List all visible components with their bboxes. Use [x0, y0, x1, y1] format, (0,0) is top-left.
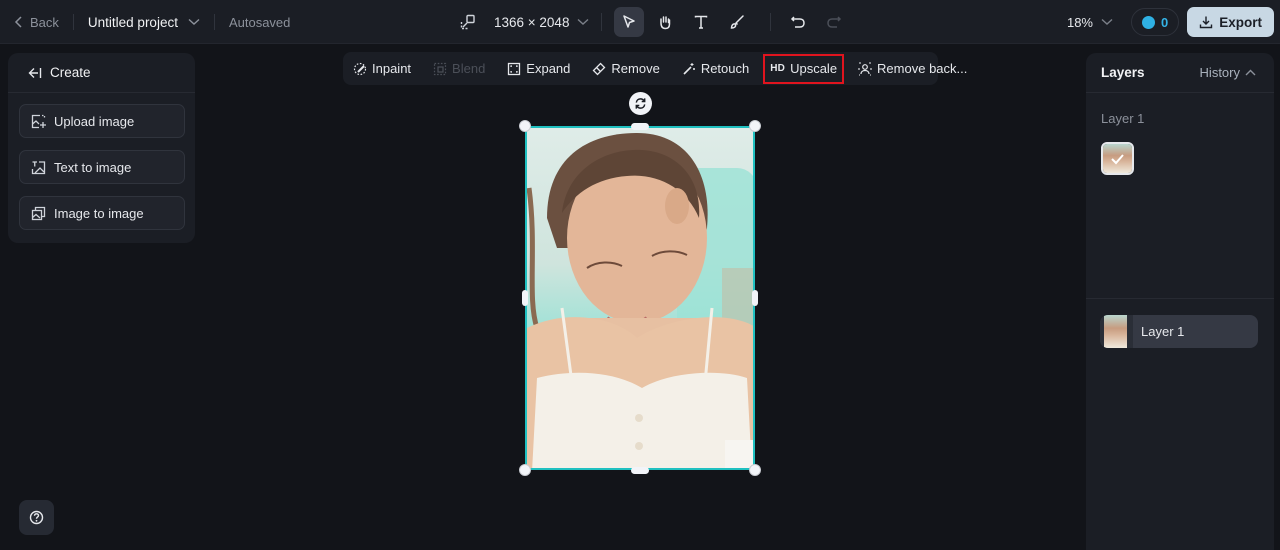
layers-panel: Layers History Layer 1 Layer 1	[1086, 53, 1274, 550]
inpaint-icon	[353, 62, 367, 75]
resize-handle-top[interactable]	[631, 123, 649, 130]
save-status: Autosaved	[228, 14, 291, 30]
edit-toolbar: Inpaint Blend Expand Remove Retouch HD U…	[343, 52, 967, 85]
brush-tool[interactable]	[722, 7, 752, 37]
layer-name: Layer 1	[1141, 324, 1185, 339]
upload-image-button[interactable]: Upload image	[19, 104, 185, 138]
layers-title: Layers	[1101, 65, 1145, 80]
divider	[213, 14, 215, 30]
layer-row[interactable]: Layer 1	[1100, 315, 1258, 348]
export-label: Export	[1219, 14, 1262, 30]
credits-count: 0	[1161, 14, 1169, 30]
upscale-button[interactable]: HD Upscale	[763, 53, 845, 84]
portrait-photo	[527, 128, 753, 468]
chevron-down-icon	[577, 18, 589, 25]
create-collapse-button[interactable]: Create	[8, 53, 195, 93]
hand-tool[interactable]	[650, 7, 680, 37]
image-to-image-label: Image to image	[54, 205, 144, 221]
upscale-label: Upscale	[790, 61, 838, 76]
remove-label: Remove	[611, 61, 660, 76]
resize-handle-right[interactable]	[752, 290, 758, 306]
text-icon	[695, 15, 708, 29]
layer-group-label: Layer 1	[1101, 111, 1145, 126]
resize-handle-left[interactable]	[522, 290, 528, 306]
canvas-size: 1366 × 2048	[494, 14, 570, 30]
text-to-image-label: Text to image	[54, 159, 132, 175]
expand-icon	[508, 62, 521, 75]
collapse-left-icon	[28, 67, 42, 78]
remove-background-icon	[858, 61, 872, 76]
inpaint-label: Inpaint	[372, 61, 412, 76]
remove-background-label: Remove back...	[877, 61, 968, 76]
export-button[interactable]: Export	[1187, 7, 1274, 37]
canvas-size-dropdown[interactable]: 1366 × 2048	[494, 15, 589, 30]
credit-icon	[1142, 15, 1155, 29]
resize-handle-top-left[interactable]	[519, 120, 531, 132]
credits-badge[interactable]: 0	[1131, 8, 1180, 36]
divider	[601, 13, 603, 31]
blend-label: Blend	[452, 61, 486, 76]
download-icon	[1200, 16, 1213, 29]
undo-button[interactable]	[783, 7, 813, 37]
chevron-up-icon	[1245, 69, 1256, 76]
text-tool[interactable]	[686, 7, 716, 37]
back-button[interactable]: Back	[14, 15, 59, 30]
retouch-button[interactable]: Retouch	[680, 56, 751, 82]
expand-label: Expand	[526, 61, 571, 76]
resize-handle-bottom-left[interactable]	[519, 464, 531, 476]
divider	[1086, 298, 1274, 299]
zoom-level: 18%	[1066, 14, 1093, 30]
inpaint-button[interactable]: Inpaint	[351, 56, 413, 82]
layer-thumbnail-selected[interactable]	[1101, 142, 1134, 175]
chevron-down-icon	[188, 18, 200, 25]
top-bar: Back Untitled project Autosaved 1366 × 2…	[0, 0, 1280, 44]
retouch-label: Retouch	[700, 61, 750, 76]
image-to-image-button[interactable]: Image to image	[19, 196, 185, 230]
eraser-icon	[592, 62, 606, 75]
text-to-image-button[interactable]: Text to image	[19, 150, 185, 184]
cursor-icon	[623, 15, 636, 28]
divider	[770, 13, 772, 31]
create-title: Create	[50, 65, 91, 80]
resize-canvas-icon[interactable]	[460, 14, 476, 30]
chevron-left-icon	[14, 16, 22, 28]
layer-thumbnail	[1100, 315, 1133, 348]
chevron-down-icon	[1101, 18, 1113, 25]
rotate-handle[interactable]	[629, 92, 652, 115]
select-tool[interactable]	[614, 7, 645, 37]
help-icon	[29, 510, 44, 525]
layer-thumbnail-image	[1104, 315, 1127, 348]
remove-background-button[interactable]: Remove back...	[856, 56, 969, 82]
resize-handle-bottom-right[interactable]	[749, 464, 761, 476]
resize-handle-top-right[interactable]	[749, 120, 761, 132]
back-label: Back	[30, 14, 59, 30]
resize-handle-bottom[interactable]	[631, 467, 649, 474]
divider	[72, 14, 74, 30]
canvas-image[interactable]	[525, 126, 755, 470]
undo-icon	[791, 16, 806, 28]
hand-icon	[660, 16, 671, 30]
brush-icon	[731, 15, 745, 29]
help-button[interactable]	[19, 500, 54, 535]
retouch-icon	[683, 62, 695, 75]
history-toggle[interactable]: History	[1200, 65, 1256, 80]
text-to-image-icon	[31, 160, 46, 174]
redo-icon	[827, 16, 842, 28]
rotate-icon	[635, 98, 646, 109]
history-label: History	[1199, 65, 1240, 80]
project-name: Untitled project	[87, 14, 178, 30]
upload-image-icon	[31, 114, 46, 128]
zoom-dropdown[interactable]: 18%	[1067, 15, 1113, 30]
remove-button[interactable]: Remove	[590, 56, 661, 82]
blend-icon	[433, 62, 447, 75]
image-to-image-icon	[31, 206, 46, 220]
expand-button[interactable]: Expand	[505, 56, 572, 82]
check-icon	[1111, 154, 1124, 165]
project-name-dropdown[interactable]: Untitled project	[88, 15, 200, 30]
redo-button[interactable]	[819, 7, 849, 37]
hd-icon: HD	[770, 63, 786, 74]
blend-button[interactable]: Blend	[431, 56, 487, 82]
upload-image-label: Upload image	[54, 113, 135, 129]
create-panel: Create Upload image Text to image Image …	[8, 53, 195, 243]
